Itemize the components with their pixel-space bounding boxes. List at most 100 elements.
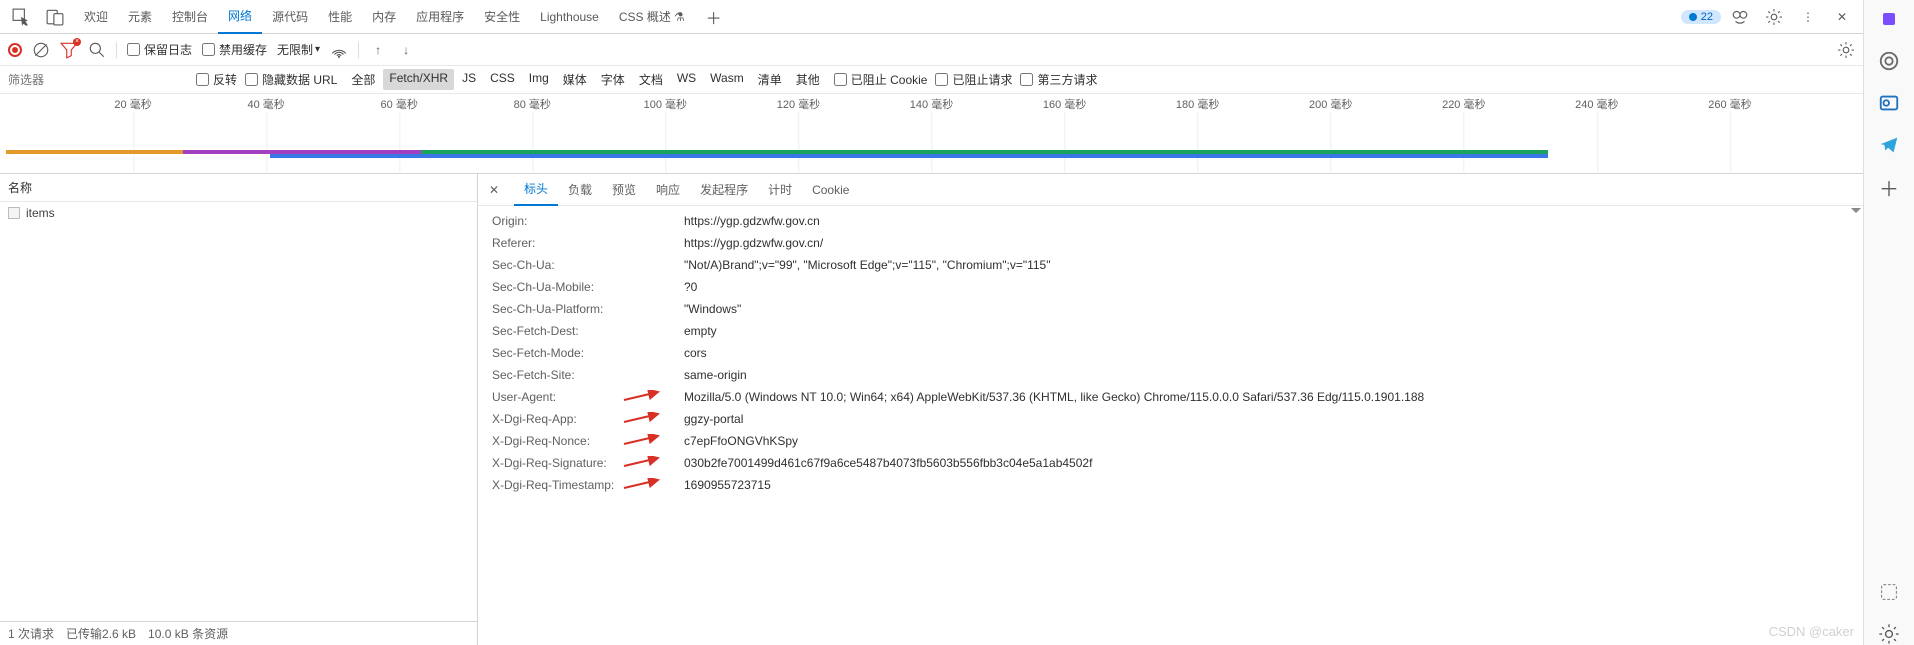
blocked-cookies-checkbox[interactable]: 已阻止 Cookie (834, 71, 928, 88)
timeline-tick: 40 毫秒 (247, 96, 284, 112)
tab-lighthouse[interactable]: Lighthouse (530, 0, 609, 34)
tab-欢迎[interactable]: 欢迎 (74, 0, 118, 34)
header-row: X-Dgi-Req-App:ggzy-portal (492, 408, 1863, 430)
add-tab-icon[interactable]: ＋ (705, 8, 723, 26)
filter-errors-icon[interactable]: × (60, 41, 78, 59)
detail-tab-负载[interactable]: 负载 (558, 174, 602, 206)
hide-data-url-checkbox[interactable]: 隐藏数据 URL (245, 71, 337, 88)
timeline[interactable]: 20 毫秒40 毫秒60 毫秒80 毫秒100 毫秒120 毫秒140 毫秒16… (0, 94, 1863, 174)
network-settings-icon[interactable] (1837, 41, 1855, 59)
copilot-icon[interactable] (1878, 50, 1900, 72)
upload-har-icon[interactable]: ↑ (369, 41, 387, 59)
close-devtools-icon[interactable]: ✕ (1833, 8, 1851, 26)
column-header-name[interactable]: 名称 (0, 174, 477, 202)
preserve-log-checkbox[interactable]: 保留日志 (127, 41, 192, 58)
filter-type-其他[interactable]: 其他 (790, 69, 826, 90)
filter-type-文档[interactable]: 文档 (633, 69, 669, 90)
header-value: "Windows" (684, 300, 1863, 318)
filter-type-wasm[interactable]: Wasm (704, 69, 750, 90)
filter-type-字体[interactable]: 字体 (595, 69, 631, 90)
third-party-checkbox[interactable]: 第三方请求 (1020, 71, 1097, 88)
header-name: Origin: (492, 212, 684, 230)
inspect-icon[interactable] (12, 8, 30, 26)
header-value: c7epFfoONGVhKSpy (684, 432, 1863, 450)
feedback-icon[interactable] (1731, 8, 1749, 26)
tab-内存[interactable]: 内存 (362, 0, 406, 34)
timeline-tick: 60 毫秒 (381, 96, 418, 112)
filter-type-全部[interactable]: 全部 (345, 69, 381, 90)
tab-元素[interactable]: 元素 (118, 0, 162, 34)
outlook-icon[interactable] (1878, 92, 1900, 114)
filter-type-ws[interactable]: WS (671, 69, 702, 90)
timeline-tick: 120 毫秒 (777, 96, 820, 112)
header-value: ?0 (684, 278, 1863, 296)
header-value: 1690955723715 (684, 476, 1863, 494)
throttle-select[interactable]: 无限制 (277, 41, 320, 58)
timeline-bar (270, 154, 1548, 158)
issues-badge[interactable]: 22 (1681, 10, 1721, 24)
header-value: cors (684, 344, 1863, 362)
filter-type-img[interactable]: Img (523, 69, 555, 90)
tab-性能[interactable]: 性能 (318, 0, 362, 34)
timeline-tick: 100 毫秒 (644, 96, 687, 112)
tab-css 概述[interactable]: CSS 概述 ⚗ (609, 0, 695, 34)
filter-type-js[interactable]: JS (456, 69, 482, 90)
sidebar-app-icon[interactable] (1878, 8, 1900, 30)
network-toolbar: × 保留日志 禁用缓存 无限制 ↑ ↓ (0, 34, 1863, 66)
filter-type-媒体[interactable]: 媒体 (557, 69, 593, 90)
download-har-icon[interactable]: ↓ (397, 41, 415, 59)
tab-应用程序[interactable]: 应用程序 (406, 0, 474, 34)
more-icon[interactable]: ⋮ (1799, 8, 1817, 26)
sidebar-settings-icon[interactable] (1878, 623, 1900, 645)
timeline-tick: 80 毫秒 (514, 96, 551, 112)
detail-tab-响应[interactable]: 响应 (646, 174, 690, 206)
filter-type-清单[interactable]: 清单 (752, 69, 788, 90)
header-name: Sec-Ch-Ua-Platform: (492, 300, 684, 318)
detail-tab-预览[interactable]: 预览 (602, 174, 646, 206)
sidebar-screenshot-icon[interactable] (1878, 581, 1900, 603)
request-detail: ✕ 标头负载预览响应发起程序计时Cookie Origin:https://yg… (478, 174, 1863, 645)
tab-源代码[interactable]: 源代码 (262, 0, 318, 34)
sidebar-add-icon[interactable]: ＋ (1878, 176, 1900, 198)
record-icon[interactable] (8, 43, 22, 57)
header-name: Sec-Fetch-Site: (492, 366, 684, 384)
header-row: Sec-Ch-Ua:"Not/A)Brand";v="99", "Microso… (492, 254, 1863, 276)
telegram-icon[interactable] (1878, 134, 1900, 156)
detail-tab-计时[interactable]: 计时 (758, 174, 802, 206)
disable-cache-checkbox[interactable]: 禁用缓存 (202, 41, 267, 58)
header-name: User-Agent: (492, 388, 684, 406)
header-row: Sec-Fetch-Mode:cors (492, 342, 1863, 364)
header-row: User-Agent:Mozilla/5.0 (Windows NT 10.0;… (492, 386, 1863, 408)
filter-input[interactable] (8, 73, 188, 87)
detail-tab-发起程序[interactable]: 发起程序 (690, 174, 758, 206)
header-value: https://ygp.gdzwfw.gov.cn (684, 212, 1863, 230)
header-value: 030b2fe7001499d461c67f9a6ce5487b4073fb56… (684, 454, 1863, 472)
header-row: Origin:https://ygp.gdzwfw.gov.cn (492, 210, 1863, 232)
filter-type-fetch/xhr[interactable]: Fetch/XHR (383, 69, 454, 90)
header-value: ggzy-portal (684, 410, 1863, 428)
filter-type-css[interactable]: CSS (484, 69, 521, 90)
device-toggle-icon[interactable] (46, 8, 64, 26)
file-icon (8, 207, 20, 219)
settings-icon[interactable] (1765, 8, 1783, 26)
search-icon[interactable] (88, 41, 106, 59)
header-row: X-Dgi-Req-Timestamp:1690955723715 (492, 474, 1863, 496)
close-detail-icon[interactable]: ✕ (484, 180, 504, 200)
detail-tab-Cookie[interactable]: Cookie (802, 174, 859, 206)
devtools-tabbar: 欢迎元素控制台网络源代码性能内存应用程序安全性LighthouseCSS 概述 … (0, 0, 1863, 34)
tab-安全性[interactable]: 安全性 (474, 0, 530, 34)
network-conditions-icon[interactable] (330, 41, 348, 59)
request-row[interactable]: items (0, 202, 477, 224)
header-row: Sec-Fetch-Dest:empty (492, 320, 1863, 342)
filter-bar: 反转 隐藏数据 URL 全部Fetch/XHRJSCSSImg媒体字体文档WSW… (0, 66, 1863, 94)
header-name: Sec-Fetch-Mode: (492, 344, 684, 362)
invert-checkbox[interactable]: 反转 (196, 71, 237, 88)
clear-icon[interactable] (32, 41, 50, 59)
blocked-requests-checkbox[interactable]: 已阻止请求 (935, 71, 1012, 88)
tab-网络[interactable]: 网络 (218, 0, 262, 34)
timeline-tick: 140 毫秒 (910, 96, 953, 112)
tab-控制台[interactable]: 控制台 (162, 0, 218, 34)
detail-tab-标头[interactable]: 标头 (514, 174, 558, 206)
header-name: X-Dgi-Req-App: (492, 410, 684, 428)
status-bar: 1 次请求 已传输2.6 kB 10.0 kB 条资源 (0, 621, 477, 645)
